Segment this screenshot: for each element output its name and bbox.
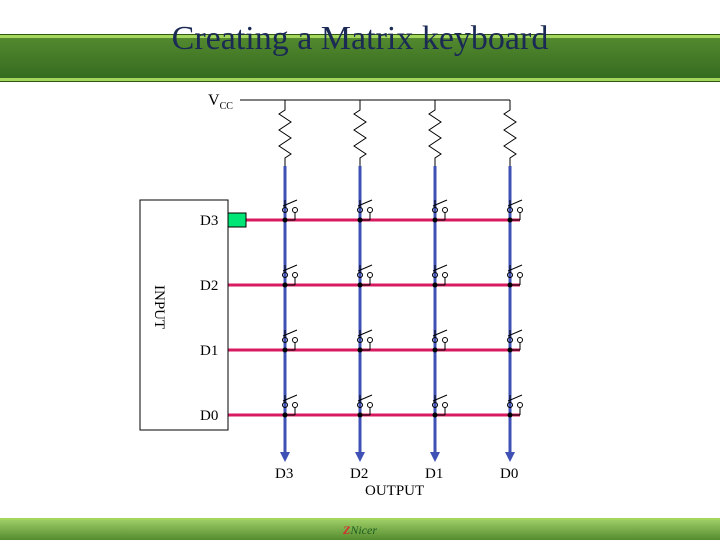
- vcc-label: VCC: [208, 92, 233, 112]
- pullup-resistors: [279, 100, 516, 166]
- footer-logo: ZNicer: [343, 523, 377, 538]
- switch-grid: [283, 200, 523, 418]
- input-label: INPUT: [151, 285, 167, 329]
- col-label-d0: D0: [500, 466, 518, 482]
- column-lines: [280, 166, 515, 462]
- row-label-d1: D1: [200, 343, 218, 359]
- row-label-d2: D2: [200, 278, 218, 294]
- row-label-d3: D3: [200, 213, 218, 229]
- matrix-keyboard-diagram: VCC: [0, 0, 720, 540]
- row-label-d0: D0: [200, 408, 218, 424]
- row-d3-highlight: [228, 213, 246, 227]
- col-label-d3: D3: [275, 466, 293, 482]
- col-label-d1: D1: [425, 466, 443, 482]
- output-label: OUTPUT: [365, 483, 424, 499]
- row-lines: [228, 220, 520, 415]
- col-label-d2: D2: [350, 466, 368, 482]
